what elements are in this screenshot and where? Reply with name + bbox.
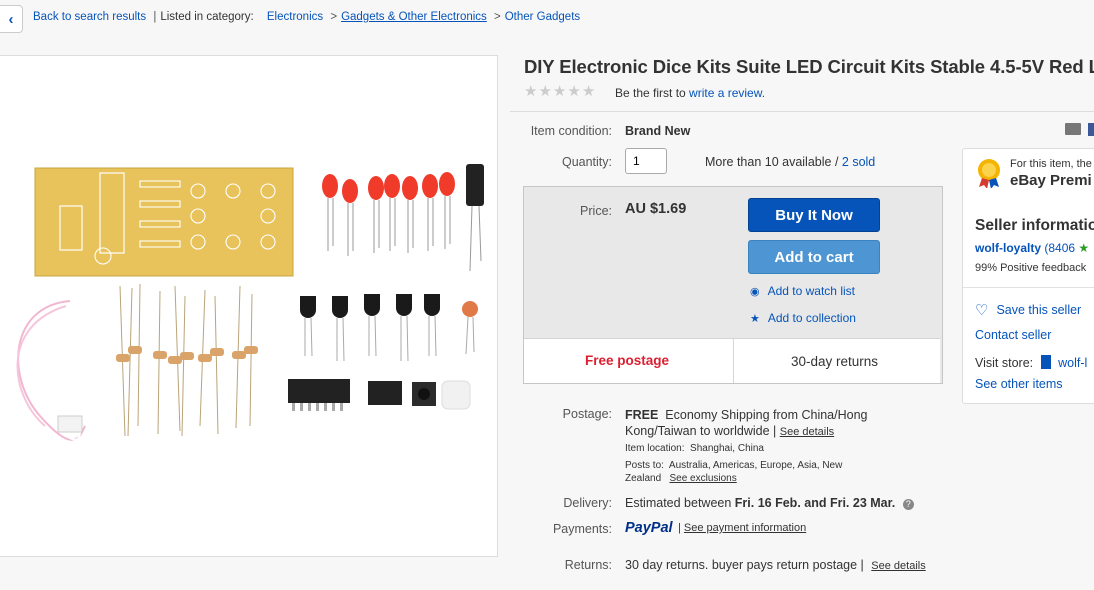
- back-button[interactable]: ‹: [0, 5, 23, 33]
- store-icon: [1040, 355, 1051, 369]
- add-to-cart-button[interactable]: Add to cart: [748, 240, 880, 274]
- price-value: AU $1.69: [625, 201, 687, 217]
- payments-label: Payments:: [552, 522, 612, 536]
- product-title: DIY Electronic Dice Kits Suite LED Circu…: [524, 56, 1094, 77]
- star-icon: ★: [552, 83, 567, 100]
- returns-policy: 30 day returns. buyer pays return postag…: [625, 558, 926, 572]
- review-prompt: Be the first to write a review.: [615, 86, 766, 100]
- contact-seller-link[interactable]: Contact seller: [975, 328, 1051, 342]
- breadcrumb: Back to search results | Listed in catego…: [33, 11, 581, 23]
- listed-in-label: Listed in category:: [160, 11, 254, 23]
- delivery-estimate: Estimated between Fri. 16 Feb. and Fri. …: [625, 496, 914, 510]
- postage-label: Postage:: [562, 407, 612, 421]
- price-label: Price:: [580, 204, 612, 218]
- postage-see-details-link[interactable]: See details: [780, 426, 834, 438]
- premium-for-item-text: For this item, the: [1010, 158, 1092, 170]
- see-exclusions-link[interactable]: See exclusions: [669, 473, 736, 484]
- returns-policy-label: Returns:: [564, 558, 612, 572]
- save-seller-link[interactable]: ♡ Save this seller: [975, 301, 1081, 319]
- eye-icon: ◉: [750, 285, 760, 298]
- chevron-left-icon: ‹: [8, 10, 14, 28]
- category-gadgets-link[interactable]: Gadgets & Other Electronics: [341, 11, 487, 23]
- rating-stars: ★ ★ ★ ★ ★: [524, 84, 595, 100]
- condition-value: Brand New: [625, 124, 691, 138]
- star-icon: ★: [1078, 241, 1090, 255]
- payment-info: | See payment information: [678, 522, 807, 534]
- product-image[interactable]: [0, 55, 498, 557]
- category-other-gadgets-link[interactable]: Other Gadgets: [505, 11, 580, 23]
- facebook-icon[interactable]: [1088, 123, 1094, 136]
- see-other-items-link[interactable]: See other items: [975, 377, 1063, 391]
- see-payment-info-link[interactable]: See payment information: [684, 522, 806, 534]
- add-to-collection-link[interactable]: ★ Add to collection: [750, 311, 856, 325]
- returns-label: 30-day returns: [791, 354, 879, 369]
- category-electronics-link[interactable]: Electronics: [267, 11, 323, 23]
- star-icon: ★: [524, 83, 538, 100]
- condition-label: Item condition:: [530, 124, 612, 138]
- divider: [733, 338, 734, 383]
- seller-score-link[interactable]: (8406: [1044, 241, 1075, 255]
- quantity-input[interactable]: [625, 148, 667, 174]
- postage-details: FREE Economy Shipping from China/Hong Ko…: [625, 408, 868, 438]
- item-location: Item location: Shanghai, China: [625, 443, 764, 454]
- seller-info-title: Seller informatio: [975, 217, 1094, 234]
- email-icon[interactable]: [1065, 123, 1081, 135]
- visit-store-row: Visit store: wolf-l: [975, 355, 1088, 370]
- divider: [963, 287, 1094, 288]
- help-icon[interactable]: ?: [902, 499, 914, 510]
- quantity-label: Quantity:: [561, 155, 612, 169]
- posts-to: Posts to: Australia, Americas, Europe, A…: [625, 460, 843, 484]
- heart-icon: ♡: [975, 302, 989, 319]
- buy-it-now-button[interactable]: Buy It Now: [748, 198, 880, 232]
- paypal-logo: PayPal: [625, 520, 673, 536]
- seller-name-link[interactable]: wolf-loyalty: [975, 241, 1041, 255]
- premium-badge-icon: [975, 158, 1003, 189]
- ebay-premium-title: eBay Premi: [1010, 172, 1092, 189]
- add-to-watch-list-link[interactable]: ◉ Add to watch list: [750, 284, 855, 298]
- free-postage-label: Free postage: [585, 353, 670, 368]
- delivery-label: Delivery:: [563, 496, 612, 510]
- star-icon: ★: [750, 312, 760, 325]
- star-icon: ★: [581, 83, 596, 100]
- returns-see-details-link[interactable]: See details: [871, 560, 925, 572]
- divider: [510, 111, 1094, 112]
- back-to-search-link[interactable]: Back to search results: [33, 11, 146, 23]
- star-icon: ★: [567, 83, 581, 100]
- availability-text: More than 10 available / 2 sold: [705, 155, 876, 169]
- positive-feedback: 99% Positive feedback: [975, 262, 1087, 274]
- sold-count-link[interactable]: 2 sold: [842, 155, 875, 169]
- seller-name-row: wolf-loyalty (8406 ★: [975, 241, 1089, 255]
- write-review-link[interactable]: write a review.: [689, 86, 765, 100]
- store-link[interactable]: wolf-l: [1058, 356, 1087, 370]
- star-icon: ★: [538, 83, 552, 100]
